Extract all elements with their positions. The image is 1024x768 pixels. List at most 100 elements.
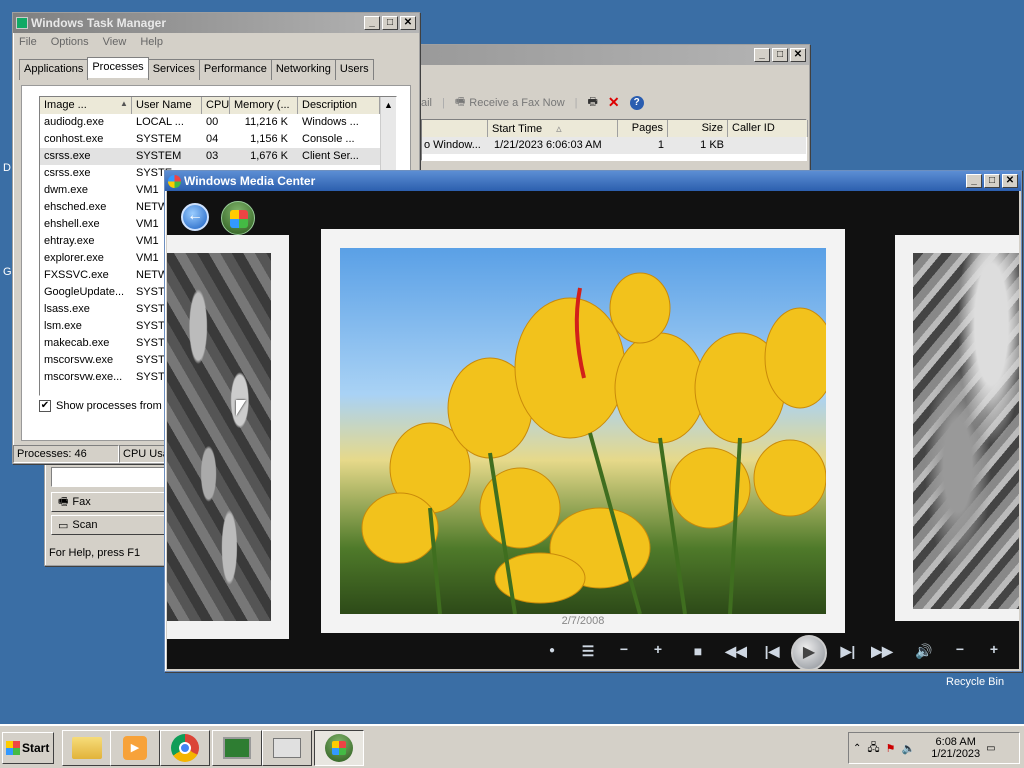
menu-options[interactable]: Options [51, 36, 89, 48]
show-all-processes[interactable]: ✔ Show processes from a [39, 400, 171, 412]
nav-fax-button[interactable]: 🖷 Fax [51, 492, 167, 512]
tab-networking[interactable]: Networking [270, 59, 336, 80]
column-header-recipient[interactable] [422, 120, 488, 137]
network-icon[interactable]: 🖧 [867, 739, 879, 758]
column-header-description[interactable]: Description [298, 97, 380, 114]
show-desktop-icon[interactable]: ▭ [986, 743, 995, 754]
taskbar-fax-scan[interactable] [262, 730, 312, 766]
fax-list-header: Start Time ▵ Pages Size Caller ID [422, 120, 808, 137]
record-dot-button[interactable]: ● [541, 645, 563, 656]
previous-photo-frame[interactable] [167, 235, 289, 639]
volume-icon[interactable]: 🔈 [902, 742, 916, 755]
maximize-button[interactable]: □ [984, 174, 1000, 188]
show-all-checkbox[interactable]: ✔ [39, 400, 51, 412]
stop-button[interactable]: ■ [687, 643, 709, 659]
table-row[interactable]: csrss.exe SYSTEM 03 1,676 K Client Ser... [40, 148, 380, 165]
column-header-size[interactable]: Size [668, 120, 728, 137]
process-cell-user-name: SYSTEM [136, 150, 182, 162]
fax-scan-nav-input[interactable] [51, 467, 167, 487]
tab-applications[interactable]: Applications [19, 59, 89, 80]
taskbar-explorer[interactable] [62, 730, 112, 766]
minimize-button[interactable]: _ [364, 16, 380, 30]
next-photo-image [913, 253, 1019, 609]
current-photo-frame[interactable]: 2/7/2008 [321, 229, 845, 633]
close-button[interactable]: ✕ [400, 16, 416, 30]
task-manager-icon [223, 737, 251, 759]
fax-cell-size: 1 KB [700, 139, 724, 151]
process-cell-image: conhost.exe [44, 133, 104, 145]
process-cell-image: lsm.exe [44, 320, 82, 332]
taskbar-media-player[interactable]: ▶ [110, 730, 160, 766]
back-button[interactable]: ← [181, 203, 209, 231]
recycle-bin-label[interactable]: Recycle Bin [946, 676, 1004, 688]
sort-arrow-icon: ▵ [556, 123, 562, 135]
minimize-button[interactable]: _ [966, 174, 982, 188]
fax-list: Start Time ▵ Pages Size Caller ID o Windo… [421, 119, 808, 161]
process-cell-image: GoogleUpdate... [44, 286, 125, 298]
nav-scan-button[interactable]: ▭ Scan [51, 515, 167, 535]
menu-view[interactable]: View [103, 36, 127, 48]
table-row[interactable]: conhost.exe SYSTEM 04 1,156 K Console ... [40, 131, 380, 148]
show-hidden-icons-icon[interactable]: ⌃ [853, 743, 861, 754]
process-cell-image: mscorsvw.exe... [44, 371, 123, 383]
clock[interactable]: 6:08 AM 1/21/2023 [931, 736, 980, 760]
tab-processes[interactable]: Processes [87, 57, 149, 78]
volume-plus-button[interactable]: + [983, 641, 1005, 657]
scroll-up-arrow-icon[interactable]: ▲ [381, 97, 396, 113]
fast-forward-button[interactable]: ▶▶ [871, 643, 893, 660]
process-cell-description: Windows ... [302, 116, 359, 128]
process-cell-cpu: 03 [206, 150, 219, 162]
menu-bar: File Options View Help [13, 33, 419, 51]
column-header-pages[interactable]: Pages [618, 120, 668, 137]
close-button[interactable]: ✕ [1002, 174, 1018, 188]
media-center-icon [325, 734, 353, 762]
taskbar-media-center[interactable] [314, 730, 364, 766]
plus-button[interactable]: + [647, 641, 669, 657]
taskbar-task-manager[interactable] [212, 730, 262, 766]
menu-help[interactable]: Help [140, 36, 163, 48]
column-header-memory[interactable]: Memory (... [230, 97, 298, 114]
help-icon[interactable]: ? [629, 95, 644, 110]
tab-users[interactable]: Users [334, 59, 374, 80]
receive-fax-button[interactable]: 🖷 Receive a Fax Now [455, 93, 565, 112]
next-button[interactable]: ▶| [837, 643, 859, 660]
print-icon[interactable]: 🖶 [588, 93, 598, 112]
maximize-button[interactable]: □ [772, 48, 788, 62]
previous-button[interactable]: |◀ [761, 643, 783, 660]
current-photo-image [340, 248, 826, 614]
fax-row[interactable]: o Window... 1/21/2023 6:06:03 AM 1 1 KB [422, 137, 806, 154]
minus-button[interactable]: − [613, 641, 635, 657]
minimize-button[interactable]: _ [754, 48, 770, 62]
table-row[interactable]: audiodg.exe LOCAL ... 00 11,216 K Windows ..… [40, 114, 380, 131]
maximize-button[interactable]: □ [382, 16, 398, 30]
volume-icon[interactable]: 🔊 [913, 643, 935, 660]
windows-start-orb[interactable] [221, 201, 255, 235]
taskbar-chrome[interactable] [160, 730, 210, 766]
play-button[interactable]: ▶ [791, 635, 827, 669]
process-cell-image: audiodg.exe [44, 116, 104, 128]
tab-services[interactable]: Services [147, 59, 200, 80]
tab-performance[interactable]: Performance [198, 59, 272, 80]
process-cell-description: Console ... [302, 133, 355, 145]
column-header-caller-id[interactable]: Caller ID [728, 120, 808, 137]
close-button[interactable]: ✕ [790, 48, 806, 62]
taskbar: Start ▶ ⌃ 🖧 ⚑ 🔈 6:08 AM 1/21/2023 ▭ [0, 724, 1024, 768]
delete-icon[interactable]: ✕ [608, 94, 620, 111]
column-header-start-time[interactable]: Start Time ▵ [488, 120, 618, 137]
menu-file[interactable]: File [19, 36, 37, 48]
list-button[interactable]: ☰ [577, 643, 599, 660]
toolbar-partial-label[interactable]: ail [421, 97, 432, 109]
sort-arrow-icon: ▲ [120, 99, 128, 108]
fax-toolbar: ail | 🖷 Receive a Fax Now | 🖶 ✕ ? [421, 93, 644, 112]
system-tray: ⌃ 🖧 ⚑ 🔈 6:08 AM 1/21/2023 ▭ [848, 732, 1020, 764]
chrome-icon [171, 734, 199, 762]
column-header-user-name[interactable]: User Name [132, 97, 202, 114]
column-header-cpu[interactable]: CPU [202, 97, 230, 114]
window-title: Windows Task Manager [31, 16, 167, 30]
next-photo-frame[interactable] [895, 235, 1019, 621]
column-header-image[interactable]: Image ... [40, 97, 132, 114]
volume-minus-button[interactable]: − [949, 641, 971, 657]
rewind-button[interactable]: ◀◀ [725, 643, 747, 660]
start-button[interactable]: Start [2, 732, 54, 764]
action-center-flag-icon[interactable]: ⚑ [886, 742, 896, 755]
